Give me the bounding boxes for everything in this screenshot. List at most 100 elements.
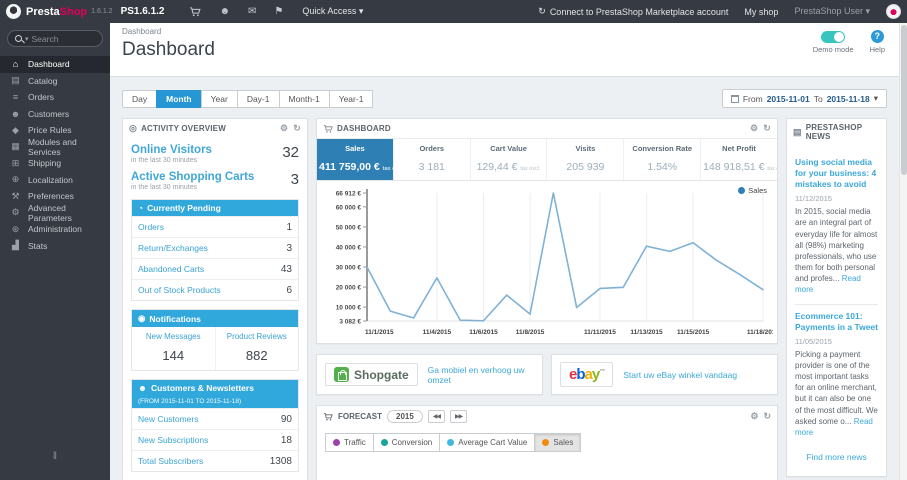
svg-text:11/8/2015: 11/8/2015 <box>516 329 545 336</box>
my-shop-link[interactable]: My shop <box>744 7 778 17</box>
gear-icon[interactable]: ⚙ <box>750 411 758 422</box>
sidebar-item-advanced-parameters[interactable]: ⚙ Advanced Parameters <box>0 203 110 223</box>
refresh-icon[interactable]: ↻ <box>763 123 771 134</box>
panel-title: PRESTASHOP NEWS <box>805 123 863 141</box>
sidebar-item-dashboard[interactable]: ⌂ Dashboard <box>0 56 110 73</box>
marketplace-link[interactable]: ↻ Connect to PrestaShop Marketplace accou… <box>538 6 728 17</box>
svg-text:40 000 €: 40 000 € <box>336 244 362 251</box>
user-menu[interactable]: PrestaShop User ▾ <box>794 6 870 17</box>
range-month-button[interactable]: Month <box>156 89 202 108</box>
page-header: Dashboard Dashboard Demo mode ? Help <box>110 23 899 77</box>
traffic-dot-icon <box>333 439 340 446</box>
kpi-cart-value-tab[interactable]: Cart Value 129,44 € tax excl. <box>469 139 547 180</box>
sidebar-item-modules[interactable]: ▦ Modules and Services <box>0 137 110 157</box>
forecast-next-button[interactable]: ▶▶ <box>450 410 468 423</box>
article-date: 11/12/2015 <box>795 194 832 204</box>
sidebar-collapse-button[interactable]: ‖ <box>0 451 110 462</box>
cart-icon[interactable] <box>189 6 202 18</box>
preferences-icon: ⚒ <box>11 190 20 201</box>
shop-name[interactable]: PS1.6.1.2 <box>121 6 165 17</box>
new-messages-cell[interactable]: New Messages 144 <box>132 327 215 370</box>
kpi-conversion-rate-tab[interactable]: Conversion Rate 1.54% <box>623 139 700 180</box>
new-subscriptions-row[interactable]: New Subscriptions 18 <box>132 429 298 450</box>
active-carts-metric[interactable]: Active Shopping Carts in the last 30 min… <box>131 171 299 191</box>
refresh-icon[interactable]: ↻ <box>763 411 771 422</box>
search-input[interactable] <box>31 33 92 44</box>
forecast-sales-button[interactable]: Sales <box>534 433 582 452</box>
brand-name[interactable]: PrestaShop <box>26 6 87 18</box>
quick-access-menu[interactable]: Quick Access ▾ <box>302 6 363 17</box>
legend-dot-icon <box>738 187 746 194</box>
abandoned-carts-row[interactable]: Abandoned Carts 43 <box>132 258 298 279</box>
shipping-icon: ⊞ <box>11 157 20 168</box>
range-year-1-button[interactable]: Year-1 <box>328 89 374 108</box>
date-range-picker[interactable]: From 2015-11-01 To 2015-11-18 ▾ <box>721 89 887 108</box>
pending-returns-row[interactable]: Return/Exchanges 3 <box>132 237 298 258</box>
help-icon[interactable]: ? <box>870 30 884 43</box>
range-month-1-button[interactable]: Month-1 <box>278 89 330 108</box>
online-visitors-metric[interactable]: Online Visitors in the last 30 minutes 3… <box>131 144 299 164</box>
sidebar-item-catalog[interactable]: ▤ Catalog <box>0 73 110 90</box>
sidebar-item-shipping[interactable]: ⊞ Shipping <box>0 155 110 172</box>
messages-icon[interactable]: ✉ <box>248 6 256 17</box>
total-subscribers-row[interactable]: Total Subscribers 1308 <box>132 450 298 471</box>
svg-text:3 082 €: 3 082 € <box>339 319 361 326</box>
sidebar-item-administration[interactable]: ⊛ Administration <box>0 221 110 238</box>
user-avatar[interactable] <box>886 4 901 19</box>
prestashop-logo[interactable] <box>6 4 21 19</box>
kpi-visits-tab[interactable]: Visits 205 939 <box>546 139 623 180</box>
shop-pin-icon[interactable]: ⚑ <box>274 6 283 17</box>
new-customers-row[interactable]: New Customers 90 <box>132 408 298 429</box>
svg-text:60 000 €: 60 000 € <box>336 204 362 211</box>
refresh-icon[interactable]: ↻ <box>293 123 301 134</box>
sidebar-item-orders[interactable]: ≡ Orders <box>0 89 110 106</box>
svg-text:11/1/2015: 11/1/2015 <box>365 329 394 336</box>
shopgate-link[interactable]: Ga mobiel en verhoog uw omzet <box>428 365 534 385</box>
sidebar-item-stats[interactable]: ▟ Stats <box>0 238 110 255</box>
forecast-prev-button[interactable]: ◀◀ <box>427 410 446 423</box>
sidebar-item-label: Administration <box>28 224 82 235</box>
breadcrumb[interactable]: Dashboard <box>122 27 887 36</box>
range-day-1-button[interactable]: Day-1 <box>236 89 280 108</box>
product-reviews-cell[interactable]: Product Reviews 882 <box>214 327 299 370</box>
kpi-net-profit-tab[interactable]: Net Profit148 918,51 € tax excl. <box>700 139 777 180</box>
kpi-orders-tab[interactable]: Orders 3 181 <box>392 139 470 180</box>
sidebar-search[interactable]: ▾ <box>7 30 103 47</box>
date-range-presets: Day Month Year Day-1 Month-1 Year-1 <box>122 89 374 108</box>
metric-label: Active Shopping Carts <box>131 171 255 183</box>
range-year-button[interactable]: Year <box>200 89 238 108</box>
range-day-button[interactable]: Day <box>122 89 158 108</box>
forecast-year-selector[interactable]: 2015 <box>387 410 423 423</box>
forecast-traffic-button[interactable]: Traffic <box>325 433 374 452</box>
sidebar: ▾ ⌂ Dashboard ▤ Catalog ≡ Orders ☻ Customers… <box>0 23 110 480</box>
trademark-symbol: ™ <box>599 369 605 375</box>
gear-icon[interactable]: ⚙ <box>750 123 758 134</box>
pending-orders-row[interactable]: Orders 1 <box>132 216 298 237</box>
sidebar-item-label: Stats <box>28 240 48 251</box>
out-of-stock-row[interactable]: Out of Stock Products 6 <box>132 279 298 300</box>
ebay-link[interactable]: Start uw eBay winkel vandaag <box>623 370 737 380</box>
customers-icon: ☻ <box>138 383 147 393</box>
demo-mode-toggle[interactable] <box>821 31 846 43</box>
scrollbar-thumb[interactable] <box>901 25 907 175</box>
main-content: Dashboard Dashboard Demo mode ? Help Day… <box>110 23 899 480</box>
toggle-knob <box>834 32 845 42</box>
article-title[interactable]: Ecommerce 101: Payments in a Tweet <box>795 311 878 333</box>
section-title: Currently Pending <box>147 203 221 213</box>
find-more-news-link[interactable]: Find more news <box>795 446 878 472</box>
shopgate-module: Shopgate Ga mobiel en verhoog uw omzet <box>316 354 543 395</box>
metric-sub: in the last 30 minutes <box>131 157 198 164</box>
article-title[interactable]: Using social media for your business: 4 … <box>795 157 878 190</box>
sidebar-item-localization[interactable]: ⊕ Localization <box>0 172 110 189</box>
svg-text:11/13/2015: 11/13/2015 <box>630 329 663 336</box>
forecast-conversion-button[interactable]: Conversion <box>372 433 441 452</box>
date-to-value: 2015-11-18 <box>826 93 870 104</box>
forecast-avg-cart-button[interactable]: Average Cart Value <box>439 433 536 452</box>
vertical-scrollbar[interactable] <box>899 23 907 480</box>
sidebar-item-customers[interactable]: ☻ Customers <box>0 106 110 123</box>
gear-icon[interactable]: ⚙ <box>280 123 288 134</box>
kpi-sales-tab[interactable]: Sales411 759,00 € tax excl. <box>317 139 393 180</box>
brand-presta: Presta <box>26 5 60 18</box>
sidebar-item-label: Customers <box>28 108 70 119</box>
customers-icon[interactable]: ☻ <box>219 6 230 17</box>
